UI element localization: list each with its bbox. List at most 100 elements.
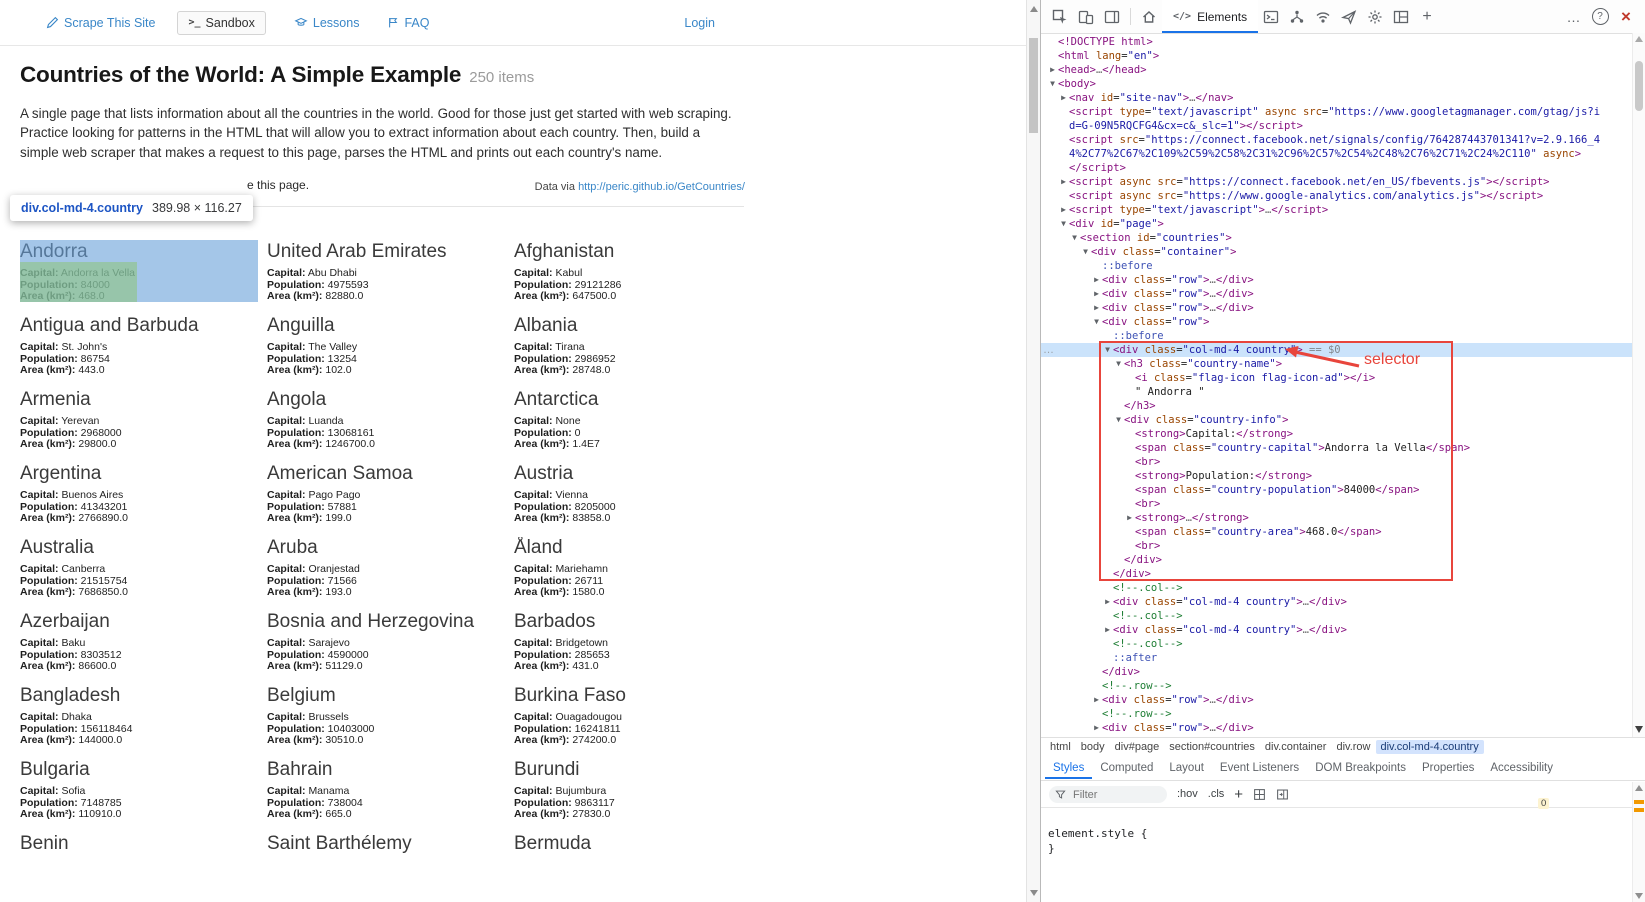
dom-tree-line[interactable]: <span class="country-population">84000</… xyxy=(1041,483,1633,497)
styles-tab-event-listeners[interactable]: Event Listeners xyxy=(1212,757,1307,779)
styles-tab-accessibility[interactable]: Accessibility xyxy=(1482,757,1561,779)
device-toolbar-icon[interactable] xyxy=(1073,1,1099,33)
dom-tree-line[interactable]: ▼<h3 class="country-name"> xyxy=(1041,357,1633,371)
nav-item-lessons[interactable]: Lessons xyxy=(294,16,360,30)
dom-tree-line[interactable]: ▶<div class="row">…</div> xyxy=(1041,721,1633,735)
breadcrumb-item[interactable]: div#page xyxy=(1110,740,1165,754)
focus-panel-icon[interactable] xyxy=(1099,1,1125,33)
dom-tree-line[interactable]: <span class="country-capital">Andorra la… xyxy=(1041,441,1633,455)
home-icon[interactable] xyxy=(1136,1,1162,33)
dom-tree-line[interactable]: ▶<script async src="https://connect.face… xyxy=(1041,175,1633,189)
styles-filter[interactable] xyxy=(1049,786,1167,803)
dom-tree-line[interactable]: ▶<div class="row">…</div> xyxy=(1041,287,1633,301)
network-conditions-icon[interactable] xyxy=(1310,1,1336,33)
dom-tree-line[interactable]: <script async src="https://www.google-an… xyxy=(1041,189,1633,203)
console-icon[interactable] xyxy=(1258,1,1284,33)
dom-tree-line[interactable]: ▼<div id="page"> xyxy=(1041,217,1633,231)
dom-tree-line[interactable]: ▼<div class="container"> xyxy=(1041,245,1633,259)
expand-arrow-icon[interactable]: ▼ xyxy=(1058,217,1069,231)
page-scrollbar[interactable] xyxy=(1026,0,1040,902)
dom-tree-line[interactable]: ▼<div class="country-info"> xyxy=(1041,413,1633,427)
expand-arrow-icon[interactable]: ▶ xyxy=(1102,595,1113,609)
expand-arrow-icon[interactable]: ▶ xyxy=(1058,203,1069,217)
grid-overlay-icon[interactable] xyxy=(1253,788,1266,801)
breadcrumb-item[interactable]: body xyxy=(1076,740,1110,754)
dom-tree-line[interactable]: <html lang="en"> xyxy=(1041,49,1633,63)
inspect-element-icon[interactable] xyxy=(1047,1,1073,33)
help-icon[interactable]: ? xyxy=(1587,1,1613,33)
expand-arrow-icon[interactable]: ▶ xyxy=(1058,91,1069,105)
add-panel-icon[interactable]: + xyxy=(1414,1,1440,33)
new-style-rule-button[interactable]: + xyxy=(1234,787,1243,802)
dom-tree-line[interactable]: <br> xyxy=(1041,455,1633,469)
element-classes-button[interactable]: .cls xyxy=(1208,788,1225,800)
layout-icon[interactable] xyxy=(1388,1,1414,33)
dom-tree-line[interactable]: <!--.row--> xyxy=(1041,707,1633,721)
dom-tree-line[interactable]: ::before xyxy=(1041,329,1633,343)
dom-tree-line[interactable]: <!--.col--> xyxy=(1041,637,1633,651)
elements-scrollbar-thumb[interactable] xyxy=(1635,61,1643,111)
styles-tab-properties[interactable]: Properties xyxy=(1414,757,1482,779)
dom-tree-line[interactable]: 4%2C77%2C67%2C109%2C59%2C58%2C31%2C96%2C… xyxy=(1041,147,1633,161)
expand-arrow-icon[interactable]: ▼ xyxy=(1080,245,1091,259)
styles-scroll-down-arrow[interactable] xyxy=(1635,893,1643,899)
data-source-link[interactable]: http://peric.github.io/GetCountries/ xyxy=(578,181,745,193)
styles-tab-styles[interactable]: Styles xyxy=(1045,757,1092,779)
settings-gear-icon[interactable] xyxy=(1362,1,1388,33)
expand-arrow-icon[interactable]: ▼ xyxy=(1069,231,1080,245)
dom-tree-line[interactable]: ▶<nav id="site-nav">…</nav> xyxy=(1041,91,1633,105)
dom-tree-line[interactable]: <script type="text/javascript" async src… xyxy=(1041,105,1633,119)
dom-tree-line[interactable]: </div> xyxy=(1041,567,1633,581)
dom-tree-line[interactable]: ::before xyxy=(1041,259,1633,273)
dom-tree-line[interactable]: ▼<body> xyxy=(1041,77,1633,91)
page-scrollbar-thumb[interactable] xyxy=(1029,38,1038,133)
tab-elements[interactable]: </> Elements xyxy=(1162,0,1258,33)
elements-scroll-down-arrow[interactable] xyxy=(1635,726,1643,733)
more-actions-indicator[interactable]: … xyxy=(1043,344,1054,356)
expand-arrow-icon[interactable]: ▶ xyxy=(1091,301,1102,315)
scroll-up-arrow[interactable] xyxy=(1030,6,1038,12)
expand-arrow-icon[interactable]: ▶ xyxy=(1091,287,1102,301)
dom-tree-line-selected[interactable]: ▼<div class="col-md-4 country"> == $0 xyxy=(1041,343,1633,357)
more-options-icon[interactable]: … xyxy=(1561,1,1587,33)
element-style-rule-open[interactable]: element.style { xyxy=(1048,826,1633,841)
dom-tree-line[interactable]: ▶<div class="col-md-4 country">…</div> xyxy=(1041,623,1633,637)
elements-scroll-up-arrow[interactable] xyxy=(1635,36,1643,42)
breadcrumb-item[interactable]: div.col-md-4.country xyxy=(1376,740,1484,754)
dom-tree-line[interactable]: <br> xyxy=(1041,539,1633,553)
dom-tree-line[interactable]: ▶<div class="col-md-4 country">…</div> xyxy=(1041,595,1633,609)
expand-arrow-icon[interactable]: ▶ xyxy=(1047,63,1058,77)
dom-tree-line[interactable]: </h3> xyxy=(1041,399,1633,413)
dom-tree-line[interactable]: ▶<div class="row">…</div> xyxy=(1041,301,1633,315)
expand-arrow-icon[interactable]: ▶ xyxy=(1091,721,1102,735)
styles-tab-computed[interactable]: Computed xyxy=(1092,757,1161,779)
dom-tree-line[interactable]: <strong>Capital:</strong> xyxy=(1041,427,1633,441)
style-rules[interactable]: element.style { } xyxy=(1041,808,1633,856)
dom-tree-line[interactable]: <!--.row--> xyxy=(1041,679,1633,693)
dom-tree-line[interactable]: ▶<div class="row">…</div> xyxy=(1041,693,1633,707)
close-devtools-icon[interactable]: × xyxy=(1613,1,1639,33)
nav-item-faq[interactable]: FAQ xyxy=(387,16,429,30)
dom-tree-line[interactable]: <!DOCTYPE html> xyxy=(1041,35,1633,49)
dom-tree-line[interactable]: <!--.col--> xyxy=(1041,609,1633,623)
dom-tree-line[interactable]: ▼<section id="countries"> xyxy=(1041,231,1633,245)
breadcrumb-item[interactable]: html xyxy=(1045,740,1076,754)
styles-tab-layout[interactable]: Layout xyxy=(1161,757,1212,779)
breadcrumb-item[interactable]: div.row xyxy=(1331,740,1375,754)
elements-scrollbar[interactable] xyxy=(1632,33,1645,737)
dom-tree-line[interactable]: <strong>Population:</strong> xyxy=(1041,469,1633,483)
dom-tree-line[interactable]: ▶<script type="text/javascript">…</scrip… xyxy=(1041,203,1633,217)
computed-sidebar-toggle-icon[interactable] xyxy=(1276,788,1289,801)
dom-tree-line[interactable]: ▼<div class="row"> xyxy=(1041,315,1633,329)
dom-tree-line[interactable]: ▶<head>…</head> xyxy=(1041,63,1633,77)
scroll-down-arrow[interactable] xyxy=(1030,890,1038,896)
toggle-element-state-button[interactable]: :hov xyxy=(1177,788,1198,800)
styles-filter-input[interactable] xyxy=(1071,786,1165,805)
expand-arrow-icon[interactable]: ▶ xyxy=(1124,511,1135,525)
dom-tree-line[interactable]: <!--.col--> xyxy=(1041,581,1633,595)
dom-tree-line[interactable]: <span class="country-area">468.0</span> xyxy=(1041,525,1633,539)
dom-tree-line[interactable]: " Andorra " xyxy=(1041,385,1633,399)
expand-arrow-icon[interactable]: ▼ xyxy=(1113,413,1124,427)
issues-icon[interactable] xyxy=(1336,1,1362,33)
network-icon[interactable] xyxy=(1284,1,1310,33)
